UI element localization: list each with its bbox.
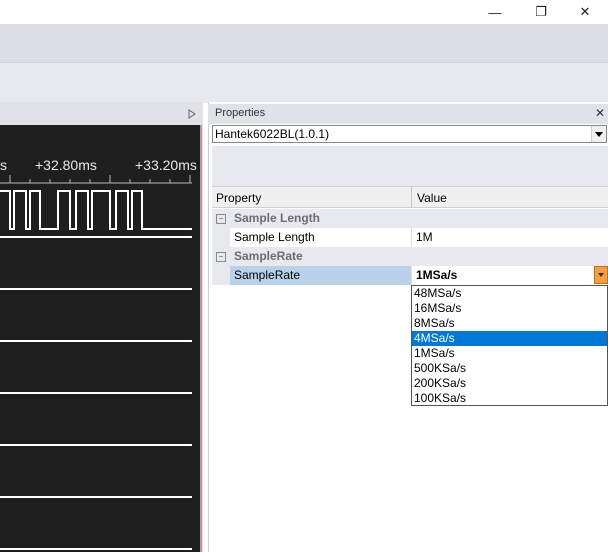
channel-row <box>0 188 192 238</box>
restore-icon: ❐ <box>535 4 547 19</box>
time-label: s <box>0 157 7 173</box>
time-ruler <box>0 175 192 184</box>
collapse-icon[interactable]: − <box>216 252 226 262</box>
device-select-button[interactable] <box>591 126 606 142</box>
properties-header: Properties ✕ <box>208 104 608 124</box>
category-samplerate[interactable]: − SampleRate <box>212 247 608 266</box>
device-select-value: Hantek6022BL(1.0.1) <box>215 127 330 141</box>
property-row-sample-length[interactable]: Sample Length 1M <box>212 228 608 247</box>
channel-row <box>0 344 192 394</box>
property-value[interactable]: 1MSa/s <box>416 268 457 282</box>
waveform-view[interactable] <box>0 125 202 552</box>
chevron-down-icon <box>598 273 604 277</box>
dropdown-option[interactable]: 100KSa/s <box>412 391 607 406</box>
dropdown-option-highlighted[interactable]: 4MSa/s <box>412 331 607 346</box>
dropdown-option[interactable]: 8MSa/s <box>412 316 607 331</box>
channel-row <box>0 396 192 446</box>
close-icon[interactable]: ✕ <box>595 106 605 120</box>
toolbar-band-secondary <box>0 62 608 103</box>
dropdown-option[interactable]: 200KSa/s <box>412 376 607 391</box>
dropdown-option[interactable]: 16MSa/s <box>412 301 607 316</box>
close-icon: ✕ <box>579 4 591 19</box>
minimize-icon: — <box>488 4 502 20</box>
property-name: Sample Length <box>234 230 315 244</box>
scroll-right-icon[interactable] <box>188 109 196 119</box>
property-row-samplerate[interactable]: SampleRate 1MSa/s <box>212 266 608 285</box>
properties-title: Properties <box>215 107 266 119</box>
restore-button[interactable]: ❐ <box>518 0 564 24</box>
chevron-down-icon <box>595 132 603 137</box>
toolbar-band <box>0 24 608 62</box>
dropdown-option[interactable]: 1MSa/s <box>412 346 607 361</box>
category-sample-length[interactable]: − Sample Length <box>212 209 608 228</box>
property-name: SampleRate <box>234 268 301 282</box>
value-column-header: Value <box>417 191 447 205</box>
waveform-header <box>0 104 203 124</box>
minimize-button[interactable]: — <box>472 0 518 24</box>
category-label: SampleRate <box>234 249 303 263</box>
property-grid-header: Property Value <box>212 186 608 208</box>
dropdown-option[interactable]: 500KSa/s <box>412 361 607 376</box>
title-bar: — ❐ ✕ <box>0 0 608 24</box>
channel-row <box>0 292 192 342</box>
device-select[interactable]: Hantek6022BL(1.0.1) <box>212 125 607 143</box>
category-label: Sample Length <box>234 211 321 225</box>
channel-row <box>0 500 192 550</box>
time-label: +32.80ms <box>35 157 97 173</box>
channel-row <box>0 240 192 290</box>
samplerate-dropdown-list[interactable]: 48MSa/s 16MSa/s 8MSa/s 4MSa/s 1MSa/s 500… <box>411 285 608 406</box>
samplerate-dropdown-button[interactable] <box>594 266 608 284</box>
property-column-header: Property <box>216 191 262 205</box>
property-value[interactable]: 1M <box>416 230 433 244</box>
close-button[interactable]: ✕ <box>562 0 608 24</box>
properties-toolbar <box>212 146 608 186</box>
collapse-icon[interactable]: − <box>216 214 226 224</box>
column-divider[interactable] <box>411 187 412 207</box>
dropdown-option[interactable]: 48MSa/s <box>412 286 607 301</box>
channel-row <box>0 448 192 498</box>
time-label: +33.20ms <box>135 157 197 173</box>
